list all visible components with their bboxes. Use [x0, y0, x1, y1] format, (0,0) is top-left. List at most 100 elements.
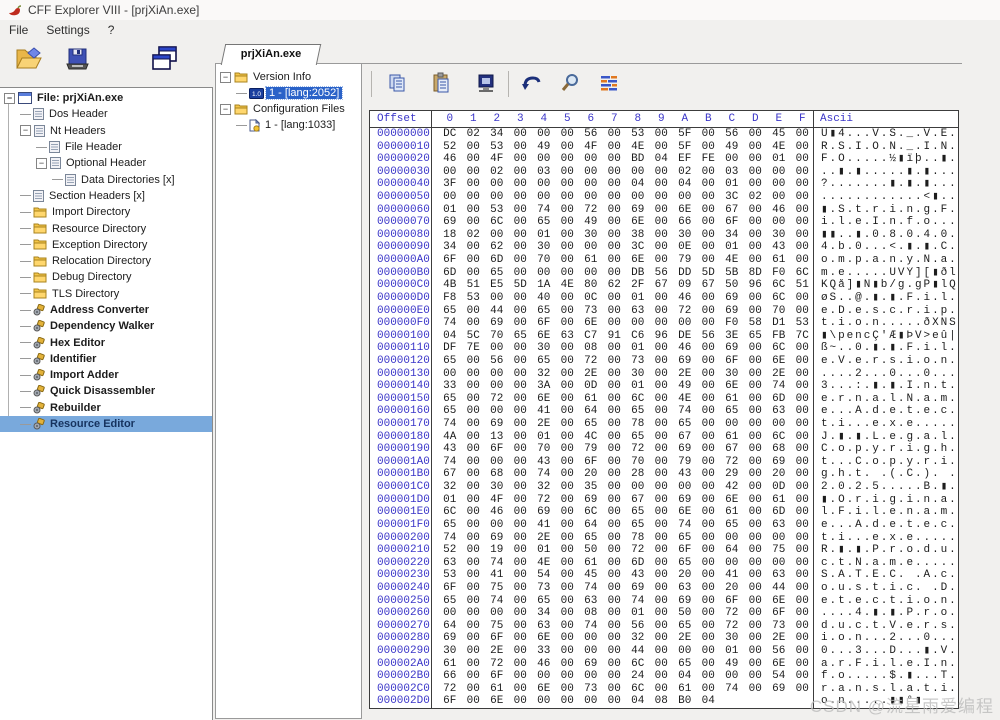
hex-byte[interactable]: 00	[509, 645, 533, 658]
ascii-char[interactable]: .	[914, 342, 923, 355]
ascii-char[interactable]: i	[888, 582, 897, 595]
ascii-char[interactable]: ▮	[829, 229, 838, 242]
ascii-char[interactable]: .	[846, 342, 855, 355]
hex-byte[interactable]: 00	[462, 607, 486, 620]
ascii-char[interactable]: l	[948, 267, 957, 280]
hex-byte[interactable]: 00	[791, 229, 815, 242]
ascii-char[interactable]: o	[837, 670, 846, 683]
ascii-char[interactable]: .	[931, 443, 940, 456]
ascii-char[interactable]: .	[846, 557, 855, 570]
ascii-char[interactable]: .	[897, 494, 906, 507]
hex-byte[interactable]: 00	[650, 607, 674, 620]
hex-byte[interactable]: 00	[650, 305, 674, 318]
ascii-char[interactable]: t	[837, 557, 846, 570]
ascii-char[interactable]: o	[905, 544, 914, 557]
hex-byte[interactable]: 00	[603, 191, 627, 204]
hex-byte[interactable]: 00	[509, 393, 533, 406]
hex-byte[interactable]: 00	[579, 645, 603, 658]
ascii-char[interactable]: b	[880, 279, 889, 292]
hex-byte[interactable]: 00	[556, 532, 580, 545]
hex-byte[interactable]: 56	[697, 330, 721, 343]
ascii-char[interactable]: .	[948, 670, 957, 683]
ascii-char[interactable]: R	[820, 141, 829, 154]
hex-byte[interactable]: 0D	[579, 380, 603, 393]
hex-byte[interactable]: 34	[532, 607, 556, 620]
ascii-char[interactable]: .	[837, 405, 846, 418]
hex-byte[interactable]: 3F	[438, 178, 462, 191]
hex-byte[interactable]: 49	[720, 141, 744, 154]
ascii-char[interactable]: i	[888, 204, 897, 217]
resource-item-version-info[interactable]: −Version Info	[216, 69, 361, 85]
hex-byte[interactable]: 73	[579, 683, 603, 696]
ascii-char[interactable]: t	[871, 620, 880, 633]
ascii-char[interactable]: .	[897, 204, 906, 217]
collapse-icon[interactable]: −	[220, 72, 231, 83]
ascii-char[interactable]: 0	[940, 229, 949, 242]
ascii-char[interactable]: ▮	[837, 431, 846, 444]
hex-byte[interactable]: 00	[556, 695, 580, 708]
hex-byte[interactable]: 00	[697, 456, 721, 469]
hex-byte[interactable]: C6	[626, 330, 650, 343]
hex-byte[interactable]: 00	[462, 468, 486, 481]
hex-byte[interactable]: 72	[720, 456, 744, 469]
hex-byte[interactable]: 00	[462, 405, 486, 418]
hex-byte[interactable]: 6E	[626, 216, 650, 229]
hex-byte[interactable]: 56	[485, 355, 509, 368]
ascii-char[interactable]: .	[897, 670, 906, 683]
hex-byte[interactable]: 00	[462, 393, 486, 406]
ascii-char[interactable]: t	[820, 317, 829, 330]
hex-byte[interactable]: 00	[509, 355, 533, 368]
hex-byte[interactable]: 74	[673, 519, 697, 532]
ascii-char[interactable]: .	[897, 368, 906, 381]
hex-byte[interactable]: 00	[697, 595, 721, 608]
ascii-char[interactable]: .	[897, 468, 906, 481]
hex-byte[interactable]: E5	[485, 279, 509, 292]
hex-byte[interactable]: 6E	[767, 658, 791, 671]
ascii-char[interactable]: .	[846, 456, 855, 469]
hex-byte[interactable]: 7C	[791, 330, 815, 343]
hex-byte[interactable]: F0	[720, 317, 744, 330]
hex-byte[interactable]: 00	[744, 481, 768, 494]
hex-byte[interactable]: 46	[673, 292, 697, 305]
hex-byte[interactable]: 00	[697, 557, 721, 570]
hex-byte[interactable]: 00	[509, 695, 533, 708]
ascii-char[interactable]: .	[948, 355, 957, 368]
ascii-char[interactable]: i	[820, 216, 829, 229]
ascii-char[interactable]: .	[829, 595, 838, 608]
hex-byte[interactable]: 00	[697, 204, 721, 217]
ascii-char[interactable]: .	[931, 229, 940, 242]
hex-byte[interactable]: 00	[791, 658, 815, 671]
hex-byte[interactable]: 00	[791, 241, 815, 254]
ascii-char[interactable]: .	[863, 670, 872, 683]
ascii-char[interactable]: m	[888, 557, 897, 570]
hex-byte[interactable]: 6D	[626, 557, 650, 570]
hex-byte[interactable]: 00	[462, 620, 486, 633]
ascii-char[interactable]: .	[897, 418, 906, 431]
hex-byte[interactable]: 00	[509, 595, 533, 608]
ascii-char[interactable]: .	[914, 191, 923, 204]
hex-byte[interactable]: 00	[673, 481, 697, 494]
hex-byte[interactable]: 19	[485, 544, 509, 557]
hex-byte[interactable]: 00	[556, 670, 580, 683]
hex-byte[interactable]: 00	[509, 317, 533, 330]
ascii-char[interactable]: g	[923, 443, 932, 456]
ascii-char[interactable]: .	[846, 292, 855, 305]
resource-item-1-lang-1033[interactable]: 1 - [lang:1033]	[216, 117, 361, 133]
ascii-char[interactable]: .	[888, 191, 897, 204]
hex-byte[interactable]: 00	[579, 153, 603, 166]
ascii-char[interactable]: .	[863, 393, 872, 406]
ascii-char[interactable]: .	[863, 405, 872, 418]
ascii-char[interactable]: .	[829, 658, 838, 671]
hex-byte[interactable]: 30	[767, 229, 791, 242]
ascii-char[interactable]: .	[914, 620, 923, 633]
ascii-char[interactable]: .	[829, 141, 838, 154]
hex-byte[interactable]: 6E	[532, 393, 556, 406]
hex-byte[interactable]: 74	[673, 405, 697, 418]
ascii-char[interactable]: ▮	[837, 166, 846, 179]
hex-byte[interactable]: 75	[767, 544, 791, 557]
hex-byte[interactable]: 46	[767, 204, 791, 217]
ascii-char[interactable]: .	[914, 128, 923, 141]
ascii-char[interactable]: t	[820, 532, 829, 545]
ascii-char[interactable]: .	[888, 166, 897, 179]
ascii-char[interactable]: .	[880, 481, 889, 494]
